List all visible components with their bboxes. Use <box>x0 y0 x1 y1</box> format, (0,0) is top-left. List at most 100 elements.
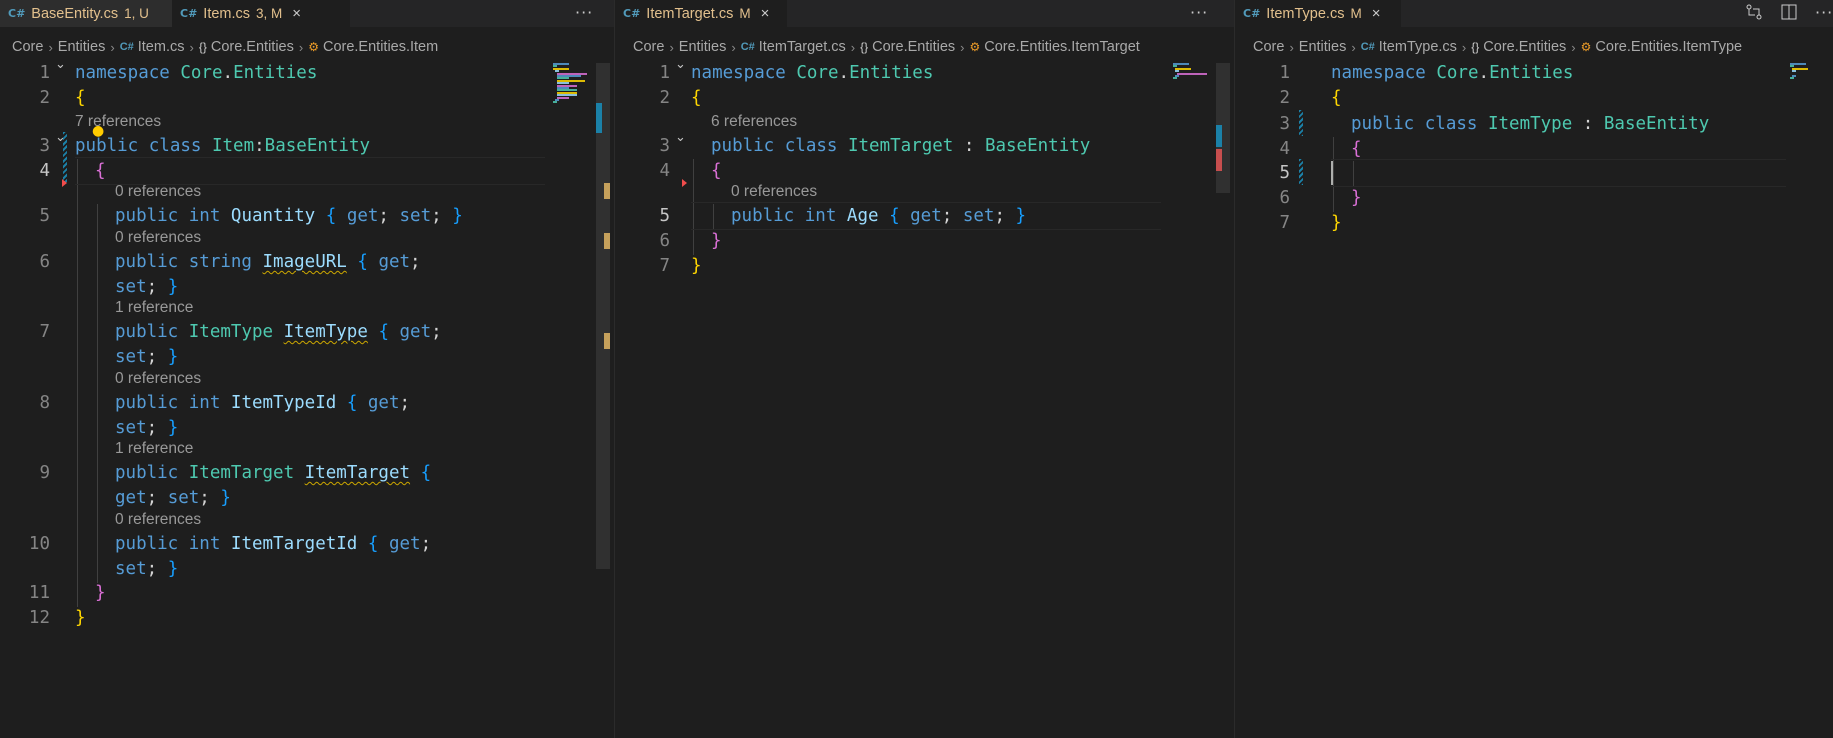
tab-item-cs[interactable]: C# Item.cs 3, M × <box>172 0 350 27</box>
code-editor[interactable]: 1 namespace Core.Entities 2{6 references 3 p… <box>615 57 1234 738</box>
breadcrumb-item[interactable]: {} Core.Entities <box>199 39 294 55</box>
breadcrumb-item[interactable]: Core <box>633 39 664 55</box>
breadcrumb-item[interactable]: ⚙ Core.Entities.ItemTarget <box>970 39 1140 55</box>
more-actions-button[interactable]: ··· <box>1190 3 1208 22</box>
csharp-file-icon: C# <box>1360 41 1375 53</box>
breadcrumb-item[interactable]: Entities <box>679 39 727 55</box>
breadcrumb-label: Entities <box>678 39 727 55</box>
code-line[interactable]: 7 public ItemType ItemType { get; <box>0 318 614 346</box>
breadcrumb-item[interactable]: Entities <box>58 39 106 55</box>
code-token: get <box>115 488 147 508</box>
code-line[interactable]: 7} <box>1235 209 1833 237</box>
minimap-line <box>553 101 557 104</box>
code-token: ; <box>431 322 442 342</box>
compare-changes-icon[interactable] <box>1745 3 1763 21</box>
code-line[interactable]: 1 namespace Core.Entities <box>0 59 614 87</box>
code-line[interactable]: 7} <box>615 252 1234 280</box>
scrollbar-thumb[interactable] <box>596 63 610 569</box>
code-line[interactable]: 6} <box>1235 184 1833 212</box>
tab-baseentity-cs[interactable]: C# BaseEntity.cs 1, U <box>0 0 172 27</box>
code-token: { <box>346 393 368 413</box>
breadcrumb-item[interactable]: Core <box>1253 39 1284 55</box>
breadcrumb-item[interactable]: C# ItemTarget.cs <box>741 39 846 55</box>
tab-itemtarget-cs[interactable]: C# ItemTarget.cs M × <box>615 0 787 27</box>
code-line[interactable]: 10 public int ItemTargetId { get; <box>0 530 614 558</box>
line-number: 11 <box>28 583 50 603</box>
code-line[interactable]: 5 public int Quantity { get; set; } <box>0 202 614 230</box>
code-line[interactable]: 3 public class ItemTarget : BaseEntity <box>615 132 1234 160</box>
codelens-references[interactable]: 0 references <box>115 368 201 390</box>
editor-group-itemtarget: C# ItemTarget.cs M × ··· Core › Entities › C# Ite… <box>614 0 1234 738</box>
codelens-references[interactable]: 7 references <box>75 111 161 133</box>
code-line[interactable]: 4{ <box>615 157 1234 185</box>
overview-ruler-warning <box>604 333 610 349</box>
code-line[interactable]: 9 public ItemTarget ItemTarget { <box>0 459 614 487</box>
minimap[interactable] <box>553 63 593 183</box>
close-icon[interactable]: × <box>1372 6 1381 21</box>
code-token: Entities <box>849 63 934 83</box>
code-line[interactable]: set; } <box>0 273 614 301</box>
close-icon[interactable]: × <box>761 6 770 21</box>
breadcrumb-item[interactable]: C# Item.cs <box>120 39 185 55</box>
code-line[interactable]: 2{ <box>0 84 614 112</box>
breadcrumb-item[interactable]: ⚙ Core.Entities.Item <box>308 39 438 55</box>
split-editor-icon[interactable] <box>1780 3 1798 21</box>
minimap[interactable] <box>1790 63 1830 183</box>
codelens-references[interactable]: 0 references <box>115 227 201 249</box>
code-token: set <box>399 206 432 226</box>
codelens-references[interactable]: 6 references <box>711 111 797 133</box>
code-line[interactable]: 6} <box>615 227 1234 255</box>
code-editor[interactable]: 1 namespace Core.Entities 2{3 public class … <box>1235 63 1833 738</box>
close-icon[interactable]: × <box>292 6 301 21</box>
code-line[interactable]: 8 public int ItemTypeId { get; <box>0 389 614 417</box>
code-editor[interactable]: 1 namespace Core.Entities 2{7 references 3 p… <box>0 57 614 738</box>
line-number: 6 <box>659 231 670 251</box>
code-line[interactable]: set; } <box>0 414 614 442</box>
codelens-references[interactable]: 1 reference <box>115 297 193 319</box>
code-token: public string <box>115 252 263 272</box>
vertical-scrollbar[interactable] <box>1216 63 1230 738</box>
tab-itemtype-cs[interactable]: C# ItemType.cs M × <box>1235 0 1401 27</box>
code-line[interactable]: 12} <box>0 604 614 632</box>
code-line[interactable]: 2{ <box>615 84 1234 112</box>
more-actions-button[interactable]: ··· <box>575 3 593 22</box>
codelens-references[interactable]: 0 references <box>731 181 817 203</box>
codelens-references[interactable]: 1 reference <box>115 438 193 460</box>
csharp-file-icon: C# <box>119 41 134 53</box>
fold-chevron-icon[interactable]: ⌄ <box>675 57 686 72</box>
breadcrumb-item[interactable]: ⚙ Core.Entities.ItemType <box>1581 39 1742 55</box>
code-line[interactable]: 6 public string ImageURL { get; <box>0 248 614 276</box>
code-line[interactable]: 1 namespace Core.Entities <box>615 59 1234 87</box>
breadcrumb-item[interactable]: C# ItemType.cs <box>1361 39 1457 55</box>
more-actions-button[interactable]: ··· <box>1815 3 1833 22</box>
code-token: ItemTarget <box>304 463 411 483</box>
code-token: get <box>399 322 432 342</box>
codelens-references[interactable]: 0 references <box>115 509 201 531</box>
code-line[interactable]: 3 public class ItemType : BaseEntity <box>1235 110 1833 138</box>
code-token: public class <box>1351 114 1488 134</box>
code-line[interactable]: get; set; } <box>0 484 614 512</box>
code-line[interactable]: 1 namespace Core.Entities <box>1235 59 1833 87</box>
code-token: ItemType <box>1487 114 1573 134</box>
breadcrumb: Core › Entities › C# Item.cs ›{} Core.Entities ›… <box>12 36 438 58</box>
lightbulb-icon[interactable]: ● <box>92 123 104 139</box>
code-line[interactable]: 11} <box>0 579 614 607</box>
fold-chevron-icon[interactable]: ⌄ <box>55 57 66 72</box>
breadcrumb-item[interactable]: Core <box>12 39 43 55</box>
code-token: namespace <box>1331 63 1437 83</box>
line-number: 6 <box>39 252 50 272</box>
vertical-scrollbar[interactable] <box>596 63 610 738</box>
code-token: } <box>95 583 106 603</box>
code-line[interactable]: 2{ <box>1235 84 1833 112</box>
breadcrumb-item[interactable]: {} Core.Entities <box>1471 39 1566 55</box>
fold-chevron-icon[interactable]: ⌄ <box>675 130 686 145</box>
minimap[interactable] <box>1173 63 1213 183</box>
breadcrumb-item[interactable]: {} Core.Entities <box>860 39 955 55</box>
breadcrumb-label: Item.cs <box>137 39 185 55</box>
breadcrumb-label: Core <box>12 39 44 55</box>
overview-ruler-warning <box>604 183 610 199</box>
breadcrumb-item[interactable]: Entities <box>1299 39 1347 55</box>
code-line[interactable]: set; } <box>0 343 614 371</box>
indent-guide <box>77 159 78 607</box>
git-modified-marker <box>1299 110 1303 136</box>
